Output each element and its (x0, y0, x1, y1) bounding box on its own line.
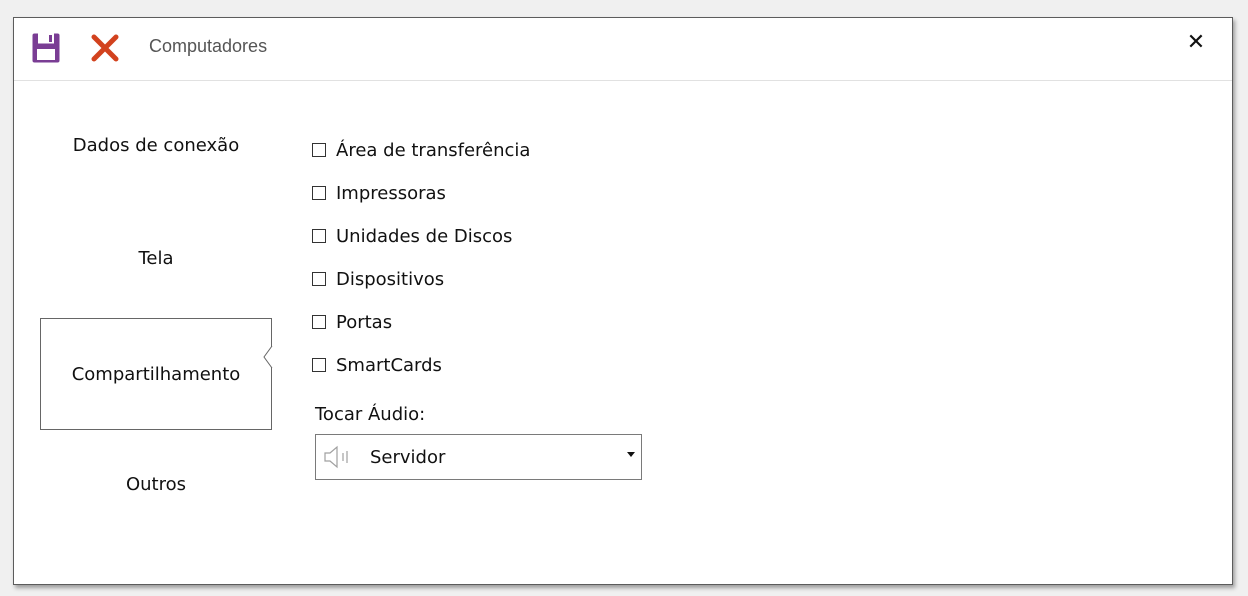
nav-item-label: Outros (125, 474, 187, 495)
checkbox-box[interactable] (312, 272, 326, 286)
checkbox-label: Dispositivos (336, 268, 445, 290)
checkbox-box[interactable] (312, 186, 326, 200)
close-button[interactable]: ✕ (1185, 32, 1207, 54)
save-button[interactable] (31, 32, 61, 64)
close-icon: ✕ (1186, 30, 1206, 55)
nav-item-label: Compartilhamento (71, 363, 241, 385)
checkbox-box[interactable] (312, 315, 326, 329)
window-title: Computadores (149, 36, 268, 56)
chevron-down-icon[interactable] (627, 452, 635, 457)
checkbox-label: Área de transferência (336, 139, 531, 161)
checkbox-label: Unidades de Discos (336, 225, 513, 247)
nav-item-label: Tela (138, 248, 174, 269)
cancel-icon (91, 34, 119, 62)
checkbox-label: Portas (336, 311, 393, 333)
checkbox-portas[interactable]: Portas (312, 310, 392, 334)
checkbox-impressoras[interactable]: Impressoras (312, 181, 446, 205)
cancel-button[interactable] (90, 33, 120, 63)
nav-item-tela[interactable]: Tela (40, 248, 272, 269)
audio-select[interactable]: Servidor (315, 434, 642, 480)
checkbox-box[interactable] (312, 358, 326, 372)
checkbox-dispositivos[interactable]: Dispositivos (312, 267, 444, 291)
nav-item-outros[interactable]: Outros (40, 474, 272, 495)
nav-item-compartilhamento[interactable]: Compartilhamento (40, 318, 273, 430)
checkbox-smartcards[interactable]: SmartCards (312, 353, 442, 377)
checkbox-unidades-de-discos[interactable]: Unidades de Discos (312, 224, 512, 248)
audio-label: Tocar Áudio: (315, 404, 426, 425)
nav-item-label: Dados de conexão (72, 135, 240, 156)
checkbox-area-de-transferencia[interactable]: Área de transferência (312, 138, 530, 162)
checkbox-label: Impressoras (336, 182, 446, 204)
title-bar: Computadores ✕ (14, 18, 1232, 81)
audio-select-value: Servidor (370, 446, 446, 468)
checkbox-box[interactable] (312, 143, 326, 157)
nav-item-dados-de-conexao[interactable]: Dados de conexão (40, 135, 272, 156)
dialog-window: Computadores ✕ Dados de conexão Tela Com… (13, 17, 1233, 585)
speaker-icon (324, 445, 348, 469)
checkbox-box[interactable] (312, 229, 326, 243)
save-icon (32, 33, 60, 63)
checkbox-label: SmartCards (336, 354, 442, 376)
